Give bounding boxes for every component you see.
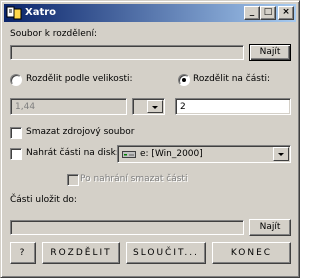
disk-value: e: [Win_2000] bbox=[140, 149, 203, 159]
split-by-size-label[interactable]: Rozdělit podle velikosti: bbox=[26, 74, 133, 85]
app-icon bbox=[6, 6, 22, 20]
destination-field[interactable] bbox=[10, 220, 244, 235]
source-file-field[interactable] bbox=[10, 45, 244, 60]
size-unit-select[interactable] bbox=[132, 98, 165, 115]
disk-select[interactable]: e: [Win_2000] bbox=[117, 145, 291, 163]
disk-dropdown-button[interactable] bbox=[273, 147, 289, 161]
delete-after-upload-checkbox[interactable] bbox=[67, 174, 79, 186]
upload-to-disk-checkbox[interactable] bbox=[10, 148, 22, 160]
upload-to-disk-label[interactable]: Nahrát části na disk: bbox=[26, 148, 119, 159]
main-window: Xatro _ □ × Soubor k rozdělení: Najít Ro… bbox=[0, 0, 300, 278]
delete-source-checkbox[interactable] bbox=[10, 127, 22, 139]
close-button[interactable]: × bbox=[278, 6, 294, 20]
size-value: 1,44 bbox=[15, 102, 36, 112]
maximize-button[interactable]: □ bbox=[260, 6, 276, 20]
destination-browse-button[interactable]: Najít bbox=[249, 219, 291, 236]
exit-button[interactable]: KONEC bbox=[212, 242, 291, 264]
split-into-parts-label[interactable]: Rozdělit na části: bbox=[193, 74, 270, 85]
source-file-label: Soubor k rozdělení: bbox=[10, 29, 98, 39]
parts-count-value: 2 bbox=[180, 102, 186, 112]
destination-label: Části uložit do: bbox=[10, 195, 77, 205]
window-title: Xatro bbox=[25, 7, 57, 18]
parts-count-input[interactable]: 2 bbox=[175, 98, 291, 115]
minimize-button[interactable]: _ bbox=[244, 6, 260, 20]
split-by-size-radio[interactable] bbox=[10, 74, 22, 86]
delete-source-label[interactable]: Smazat zdrojový soubor bbox=[26, 127, 134, 138]
title-bar[interactable]: Xatro _ □ × bbox=[4, 4, 296, 22]
chevron-down-icon bbox=[152, 106, 158, 109]
split-button[interactable]: ROZDĚLIT bbox=[42, 242, 120, 264]
join-button[interactable]: SLOUČIT... bbox=[126, 242, 206, 264]
radio-selected-dot bbox=[182, 78, 186, 82]
size-unit-dropdown-button[interactable] bbox=[147, 100, 163, 113]
hard-drive-icon bbox=[122, 151, 136, 158]
size-input[interactable]: 1,44 bbox=[10, 98, 127, 115]
chevron-down-icon bbox=[278, 153, 284, 156]
source-browse-button[interactable]: Najít bbox=[249, 44, 291, 61]
split-into-parts-radio[interactable] bbox=[178, 74, 190, 86]
help-button[interactable]: ? bbox=[10, 242, 36, 264]
delete-after-upload-label[interactable]: Po nahrání smazat části bbox=[80, 174, 187, 185]
